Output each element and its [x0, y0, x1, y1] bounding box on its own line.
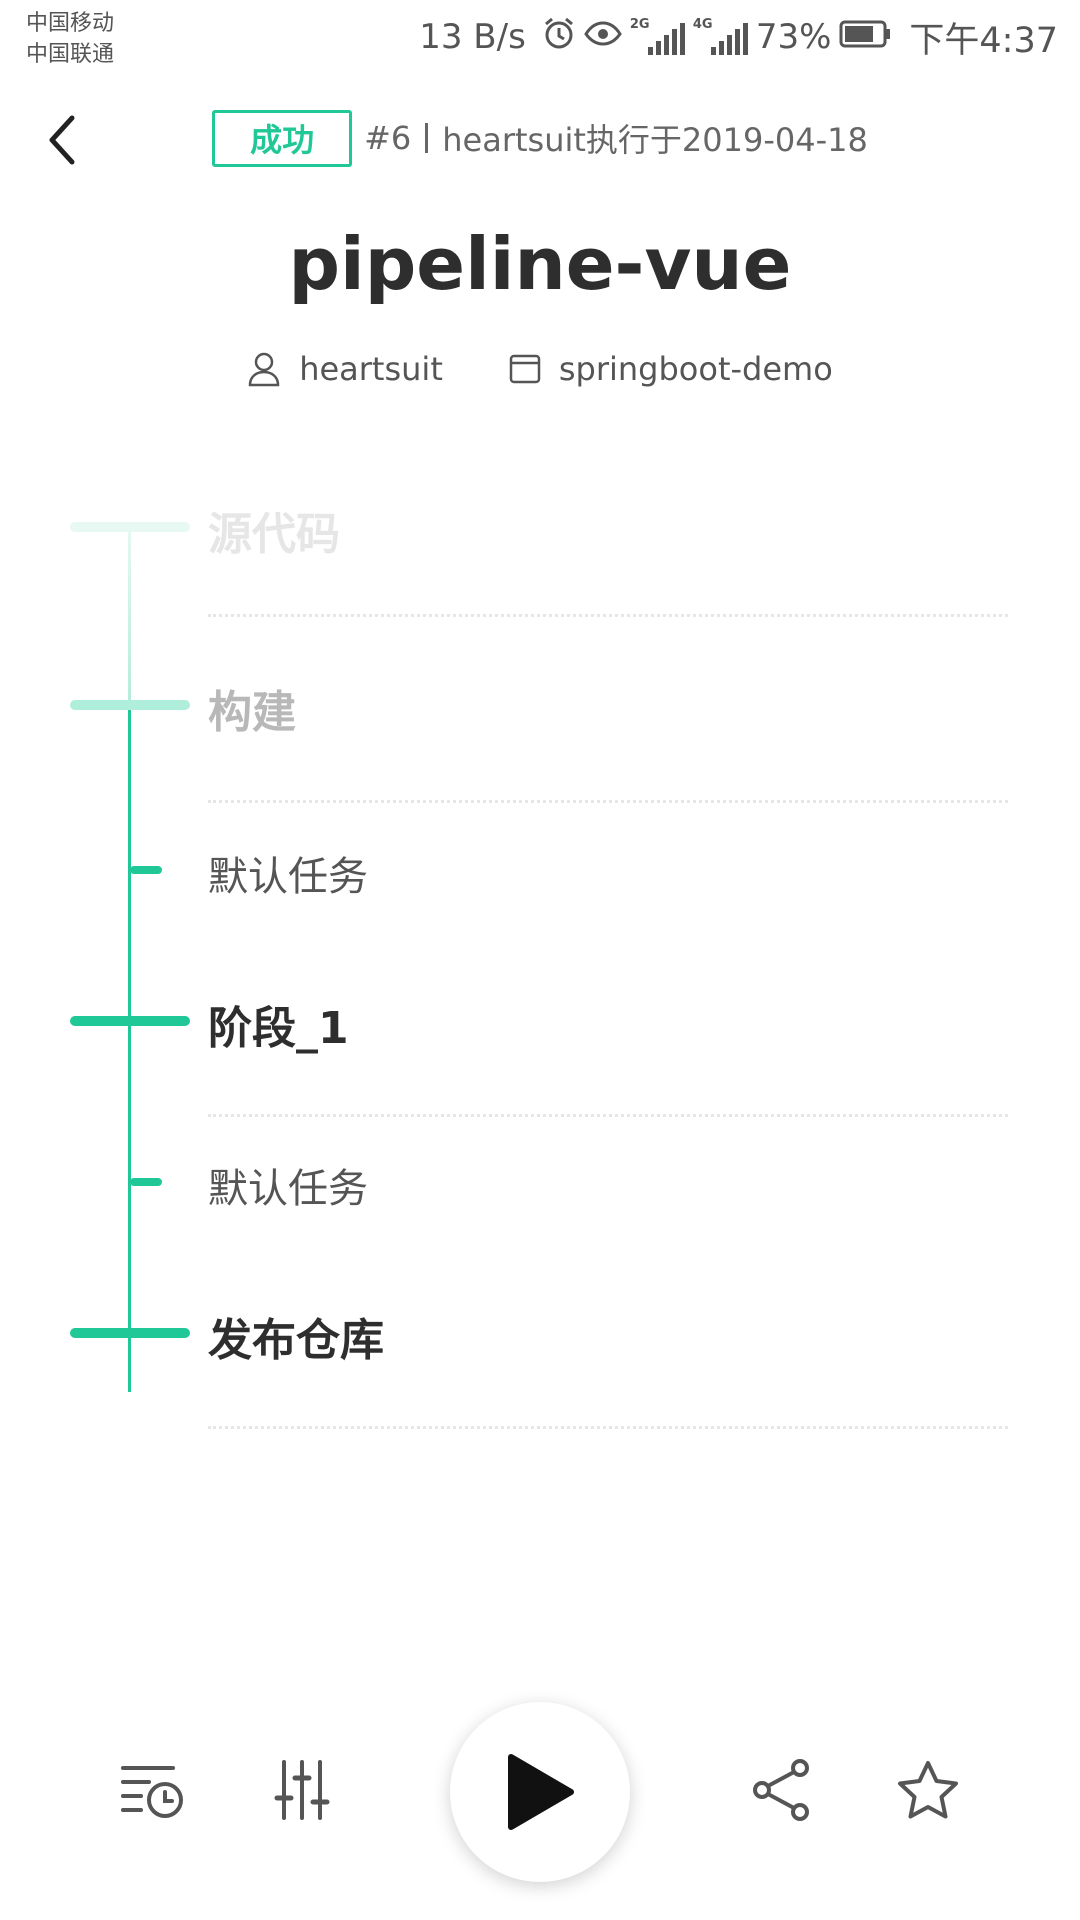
user-info: heartsuit [247, 350, 443, 388]
battery-icon [839, 17, 891, 57]
run-button[interactable] [450, 1702, 630, 1882]
play-icon [508, 1754, 574, 1830]
divider [425, 123, 429, 153]
carrier-1: 中国移动 [26, 11, 115, 36]
task-label[interactable]: 默认任务 [208, 1156, 368, 1214]
run-header: 成功 #6 heartsuit执行于2019-04-18 [0, 108, 1080, 168]
share-button[interactable] [742, 1750, 822, 1830]
stage-divider [208, 1114, 1008, 1117]
status-right: 13 B/s 2G 4G 73% 下午4:37 [419, 14, 1058, 61]
carrier-info: 中国移动 中国联通 [26, 8, 114, 70]
share-icon [753, 1759, 809, 1821]
settings-sliders-icon [274, 1760, 330, 1820]
carrier-2: 中国联通 [26, 42, 115, 67]
status-badge: 成功 [212, 109, 353, 167]
signal-icon: 2G [630, 17, 685, 55]
task-marker [130, 866, 162, 874]
star-icon [898, 1761, 958, 1819]
signal-icon-2: 4G [693, 17, 748, 55]
favorite-button[interactable] [888, 1750, 968, 1830]
repo-name: springboot-demo [558, 350, 833, 388]
task-label[interactable]: 默认任务 [208, 844, 368, 902]
stage-marker [70, 522, 190, 532]
run-number: #6 [364, 119, 412, 157]
history-icon [121, 1766, 183, 1818]
timeline-line [128, 702, 131, 1392]
pipeline-meta: heartsuit springboot-demo [0, 350, 1080, 388]
stage-marker [70, 1328, 190, 1338]
run-info: #6 heartsuit执行于2019-04-18 [364, 115, 868, 161]
stage-marker [70, 1016, 190, 1026]
timeline-line-faded [128, 526, 131, 702]
eye-icon [584, 17, 622, 57]
stage-marker [70, 700, 190, 710]
user-icon [248, 352, 280, 387]
stage-divider [208, 614, 1008, 617]
pipeline-timeline: 源代码 构建 默认任务 阶段_1 默认任务 发布仓库 [0, 470, 1080, 1450]
page-title: pipeline-vue [288, 222, 792, 306]
stage-label[interactable]: 阶段_1 [208, 992, 349, 1056]
run-detail: heartsuit执行于2019-04-18 [442, 121, 868, 159]
stage-label[interactable]: 发布仓库 [208, 1304, 384, 1368]
repo-icon [509, 354, 541, 384]
bottom-toolbar [0, 1690, 1080, 1920]
stage-label[interactable]: 构建 [208, 676, 296, 740]
net-speed: 13 B/s [419, 17, 526, 57]
battery-percent: 73% [755, 17, 832, 57]
screen: 中国移动 中国联通 13 B/s 2G 4G 73% 下午4:37 成功 #6 … [0, 0, 1080, 1920]
clock: 下午4:37 [909, 20, 1058, 61]
stage-label[interactable]: 源代码 [208, 498, 340, 562]
alarm-icon [542, 16, 576, 59]
task-marker [130, 1178, 162, 1186]
user-name: heartsuit [299, 350, 443, 388]
stage-divider [208, 1426, 1008, 1429]
repo-info: springboot-demo [509, 350, 833, 388]
settings-button[interactable] [262, 1750, 342, 1830]
history-button[interactable] [112, 1752, 192, 1832]
status-bar: 中国移动 中国联通 13 B/s 2G 4G 73% 下午4:37 [0, 0, 1080, 80]
stage-divider [208, 800, 1008, 803]
